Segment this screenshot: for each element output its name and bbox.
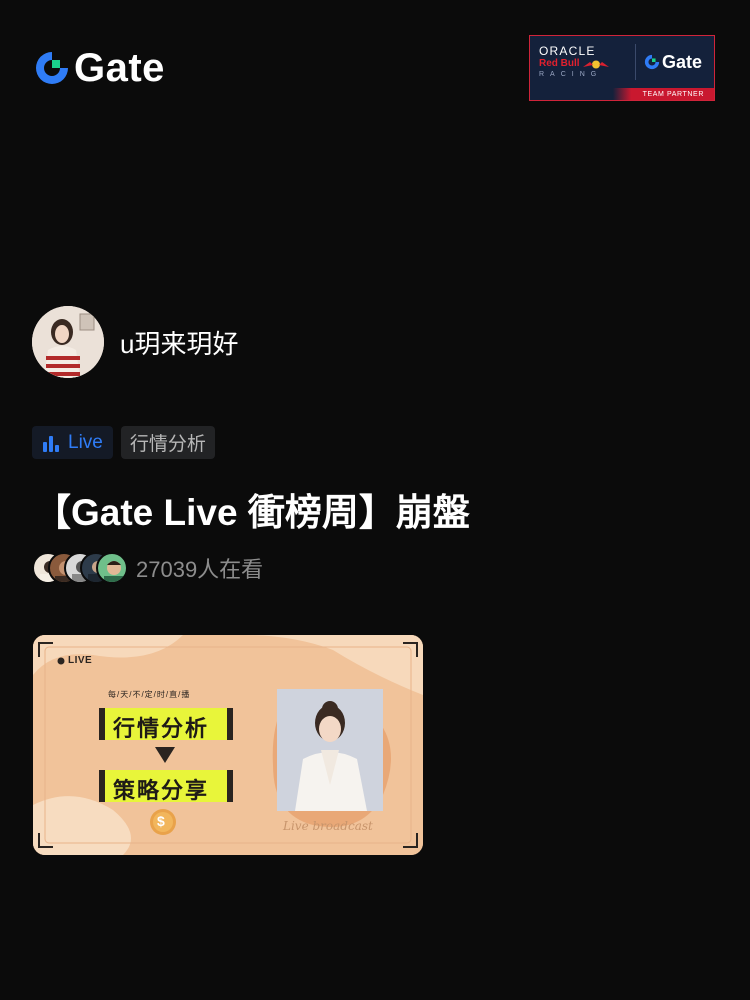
host-info[interactable]: u玥来玥好 xyxy=(32,306,238,378)
viewer-avatars xyxy=(32,552,128,584)
live-cover-banner[interactable]: LIVE 每/天/不/定/时/直/播 行情分析 策略分享 $ Live broa… xyxy=(33,635,423,855)
cover-signature: Live broadcast xyxy=(283,819,373,833)
host-avatar-image xyxy=(32,306,104,378)
team-partner-label: TEAM PARTNER xyxy=(642,90,704,98)
cover-line1: 行情分析 xyxy=(113,716,210,741)
room-title: 【Gate Live 衝榜周】崩盤 xyxy=(34,492,470,533)
gate-logo[interactable]: Gate xyxy=(34,48,165,88)
partner-divider xyxy=(635,44,636,80)
live-room-page: Gate ORACLE Red Bull RACING Gate TEAM PA… xyxy=(0,0,750,1000)
oracle-text: ORACLE xyxy=(539,44,596,58)
redbull-bulls-icon xyxy=(582,60,609,68)
host-name[interactable]: u玥来玥好 xyxy=(120,324,238,361)
gate-logo-icon xyxy=(36,52,68,84)
category-tag[interactable]: 行情分析 xyxy=(120,426,215,459)
viewers-row: 27039人在看 xyxy=(32,552,263,584)
cover-schedule-text: 每/天/不/定/时/直/播 xyxy=(108,690,191,699)
host-avatar[interactable] xyxy=(32,306,104,378)
partner-gate-logo: Gate xyxy=(644,52,702,73)
category-tag-label: 行情分析 xyxy=(129,434,206,455)
viewer-avatar xyxy=(96,552,128,584)
redbull-text: Red Bull xyxy=(539,58,629,70)
live-bars-icon xyxy=(43,435,59,452)
viewer-count: 27039人在看 xyxy=(136,557,264,582)
gate-small-icon xyxy=(644,54,660,70)
team-partner-badge: ORACLE Red Bull RACING Gate TEAM PARTNER xyxy=(529,35,715,101)
live-tag: Live xyxy=(32,426,113,459)
room-tags: Live 行情分析 xyxy=(32,426,215,459)
gate-logo-text: Gate xyxy=(74,46,165,90)
dollar-icon: $ xyxy=(157,813,165,829)
cover-line2: 策略分享 xyxy=(113,778,210,803)
cover-live-label: LIVE xyxy=(68,655,93,666)
live-tag-label: Live xyxy=(68,431,103,453)
racing-text: RACING xyxy=(539,71,603,78)
